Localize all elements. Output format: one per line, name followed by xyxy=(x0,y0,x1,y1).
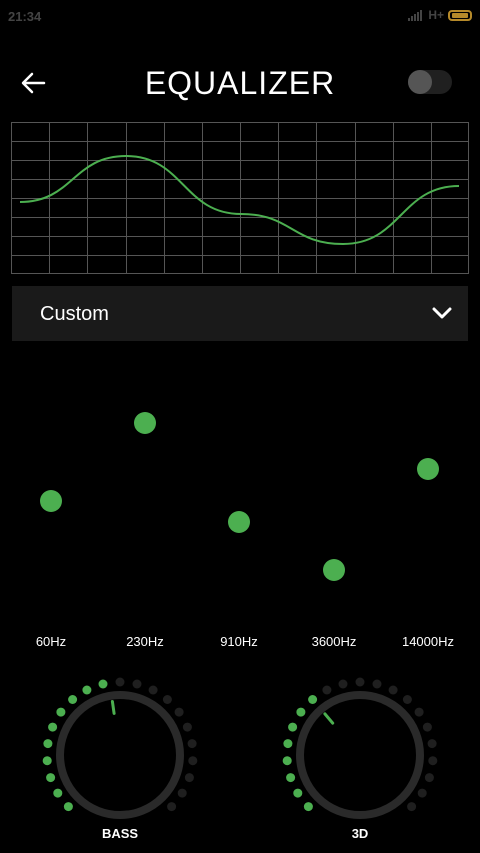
network-type: H+ xyxy=(428,8,444,22)
band-slider-handle-60hz[interactable] xyxy=(40,489,62,512)
knob-level-dot xyxy=(296,707,306,717)
signal-icon xyxy=(408,10,423,21)
knob-level-dot xyxy=(174,707,184,717)
band-label-230hz: 230Hz xyxy=(126,634,164,649)
band-slider-handle-230hz[interactable] xyxy=(134,411,156,434)
knob-level-dot xyxy=(167,802,177,812)
knob-level-dot xyxy=(372,679,382,689)
knob-level-dot xyxy=(63,802,73,812)
knob-level-dot xyxy=(184,773,194,783)
band-label-60hz: 60Hz xyxy=(35,634,67,649)
band-label-910hz: 910Hz xyxy=(220,634,258,649)
knob-level-dot xyxy=(288,722,298,732)
equalizer-toggle[interactable] xyxy=(408,70,452,94)
knob-level-dot xyxy=(48,722,58,732)
header: EQUALIZER xyxy=(0,55,480,111)
preset-selected-value: Custom xyxy=(40,303,109,325)
chevron-down-icon xyxy=(432,307,452,319)
knob-level-dot xyxy=(98,679,108,689)
status-bar: 21:34 H+ xyxy=(0,0,480,32)
knob-level-dot xyxy=(417,788,427,798)
band-slider-handle-14000hz[interactable] xyxy=(417,458,439,480)
battery-icon xyxy=(448,9,472,21)
frequency-response-graph xyxy=(11,122,469,274)
status-icons: H+ xyxy=(408,8,472,22)
knob-level-dot xyxy=(148,685,158,695)
bass-knob[interactable] xyxy=(35,670,205,840)
knob-level-dot xyxy=(132,679,142,689)
knob-level-dot xyxy=(428,756,438,766)
knob-level-dot xyxy=(308,695,318,704)
knob-level-dot xyxy=(293,788,303,798)
status-time: 21:34 xyxy=(8,9,42,24)
band-label-14000hz: 14000Hz xyxy=(401,634,455,649)
3d-knob[interactable] xyxy=(275,670,445,840)
knob-level-dot xyxy=(42,756,52,766)
knob-level-dot xyxy=(322,685,332,695)
knob-level-dot xyxy=(115,677,125,687)
knob-level-dot xyxy=(162,695,172,704)
knob-level-dot xyxy=(414,707,424,717)
knob-level-dot xyxy=(53,788,63,798)
knob-level-dot xyxy=(338,679,348,689)
knob-level-dot xyxy=(424,773,434,783)
knob-dial xyxy=(56,691,184,819)
knob-level-dot xyxy=(177,788,187,798)
band-slider-handle-3600hz[interactable] xyxy=(323,558,345,581)
knob-level-dot xyxy=(355,677,365,687)
knob-level-dot xyxy=(56,707,66,717)
knob-level-dot xyxy=(82,685,92,695)
knob-level-dot xyxy=(46,773,56,783)
knob-level-dot xyxy=(187,739,197,749)
knob-level-dot xyxy=(43,739,53,749)
knob-level-dot xyxy=(427,739,437,749)
knob-level-dot xyxy=(283,739,293,749)
knob-level-dot xyxy=(188,756,198,766)
preset-dropdown[interactable]: Custom xyxy=(12,286,468,341)
band-slider-handle-910hz[interactable] xyxy=(228,510,250,533)
knob-level-dot xyxy=(303,802,313,812)
knob-level-dot xyxy=(388,685,398,695)
knob-level-dot xyxy=(422,722,432,732)
3d-knob-label: 3D xyxy=(351,826,369,841)
band-label-3600hz: 3600Hz xyxy=(311,634,357,649)
knob-level-dot xyxy=(182,722,192,732)
knob-level-dot xyxy=(68,695,78,704)
toggle-knob xyxy=(408,70,432,94)
knob-level-dot xyxy=(407,802,417,812)
knob-dial xyxy=(296,691,424,819)
graph-grid xyxy=(11,122,469,274)
knob-level-dot xyxy=(402,695,412,704)
knob-level-dot xyxy=(282,756,292,766)
knob-indicator xyxy=(110,700,116,715)
bass-knob-label: BASS xyxy=(101,826,139,841)
knob-level-dot xyxy=(286,773,296,783)
